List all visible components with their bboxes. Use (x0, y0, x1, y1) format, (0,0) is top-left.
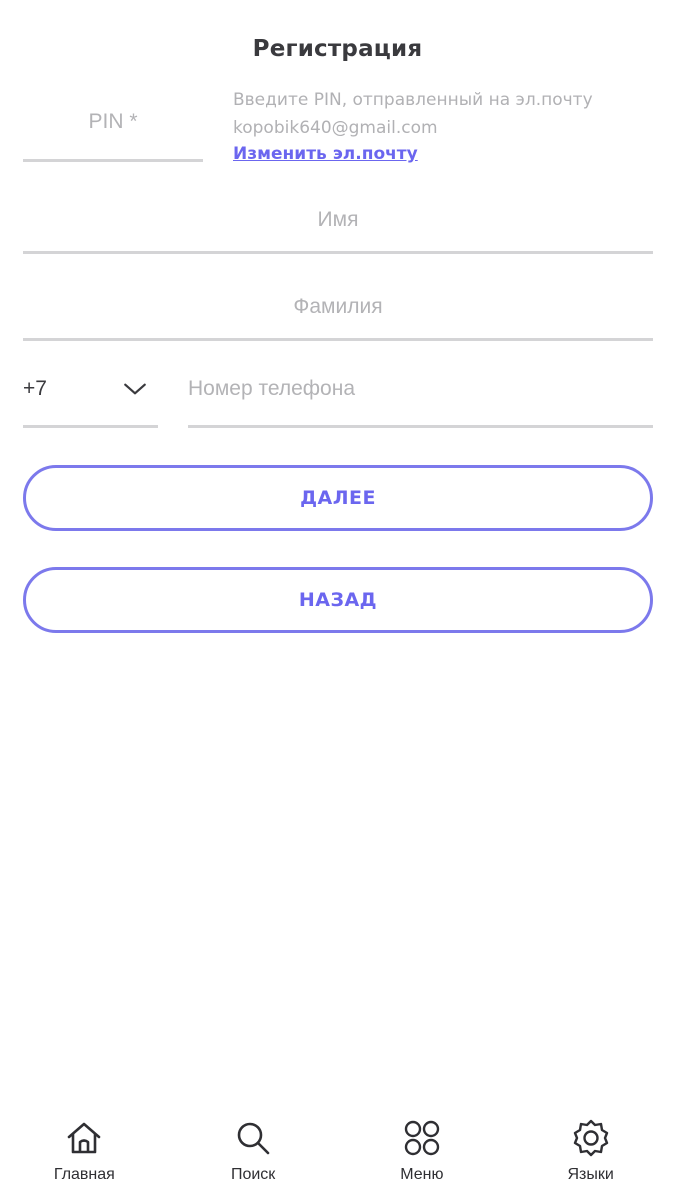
bottom-nav: Главная Поиск Меню Языки (0, 1118, 675, 1199)
registration-screen: Регистрация Введите PIN, отправленный на… (0, 0, 675, 1199)
first-name-input[interactable] (23, 192, 653, 248)
home-icon (68, 1122, 101, 1154)
pin-input[interactable] (23, 100, 203, 144)
pin-field[interactable] (23, 100, 203, 162)
change-email-link[interactable]: Изменить эл.почту (233, 144, 418, 164)
pin-email: kopobik640@gmail.com (233, 118, 438, 138)
nav-item-home[interactable]: Главная (0, 1118, 169, 1199)
menu-grid-icon (404, 1120, 440, 1156)
country-code-select[interactable]: +7 (23, 366, 158, 428)
nav-label-languages: Языки (567, 1166, 614, 1183)
chevron-down-icon (124, 383, 146, 394)
phone-field[interactable] (188, 366, 653, 428)
country-code-value: +7 (23, 376, 47, 400)
nav-label-home: Главная (53, 1166, 115, 1183)
nav-item-languages[interactable]: Языки (506, 1118, 675, 1199)
phone-input[interactable] (188, 366, 653, 412)
first-name-field[interactable] (23, 192, 653, 254)
nav-item-search[interactable]: Поиск (169, 1118, 338, 1199)
nav-item-menu[interactable]: Меню (338, 1118, 507, 1199)
page-title: Регистрация (252, 36, 423, 62)
last-name-input[interactable] (23, 279, 653, 335)
search-icon (237, 1122, 270, 1155)
pin-hint: Введите PIN, отправленный на эл.почту (233, 90, 593, 110)
back-button[interactable]: НАЗАД (23, 567, 653, 633)
last-name-field[interactable] (23, 279, 653, 341)
nav-label-menu: Меню (400, 1166, 444, 1183)
nav-label-search: Поиск (230, 1166, 276, 1183)
gear-icon (573, 1119, 608, 1157)
next-button[interactable]: ДАЛЕЕ (23, 465, 653, 531)
pin-info: Введите PIN, отправленный на эл.почту ko… (233, 86, 653, 164)
